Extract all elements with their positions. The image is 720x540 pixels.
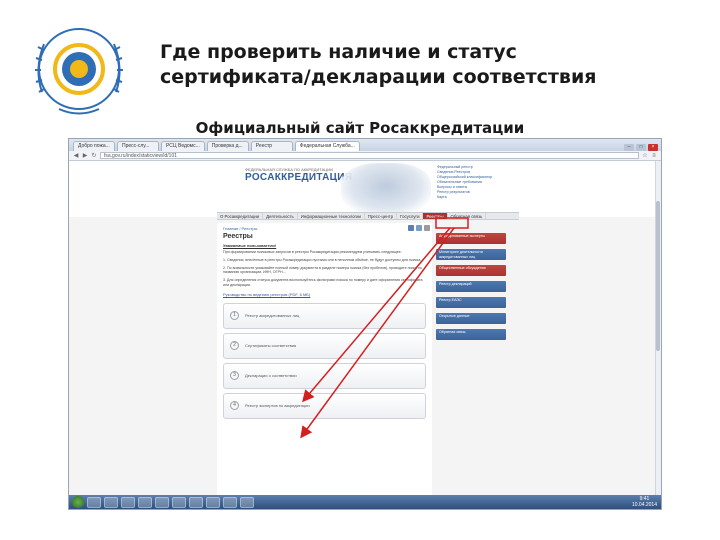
print-icon[interactable] (424, 225, 430, 231)
browser-tab-bar: Добро пожа... Пресс-слу... РСЦ Ведомс...… (69, 139, 661, 151)
register-number: 4 (230, 401, 239, 411)
nav-item[interactable]: Госуслуги (397, 213, 424, 219)
slide-title-line2: сертификата/декларации соответствия (160, 66, 597, 88)
register-label: Реестр экспертов по аккредитации (245, 403, 310, 409)
forward-icon[interactable]: ▶ (82, 153, 88, 159)
browser-tab[interactable]: Проверка д... (206, 141, 249, 151)
nav-item[interactable]: О Росаккредитации (217, 213, 264, 219)
share-vk-icon[interactable] (408, 225, 414, 231)
site-header: ФЕДЕРАЛЬНАЯ СЛУЖБА ПО АККРЕДИТАЦИИ РОСАК… (69, 161, 661, 217)
header-links: Федеральный реестр Сведения Реестров Общ… (437, 165, 517, 200)
header-link[interactable]: Карта (437, 195, 517, 200)
intro-paragraph: При формировании поисковых запросов в ре… (223, 250, 402, 254)
browser-tab[interactable]: Пресс-слу... (117, 141, 159, 151)
window-controls: – □ × (624, 144, 661, 151)
register-item-declarations[interactable]: 3 Декларации о соответствии (223, 362, 426, 389)
address-bar: ◀ ▶ ↻ fsa.gov.ru/index/staticview/id/101… (69, 151, 661, 161)
register-label: Сертификаты соответствия (245, 343, 297, 349)
url-input[interactable]: fsa.gov.ru/index/staticview/id/101 (100, 152, 639, 159)
register-item-certificates[interactable]: 2 Сертификаты соответствия (223, 332, 426, 359)
slide-title: Где проверить наличие и статус сертифика… (160, 40, 680, 90)
sidebar-item[interactable]: Реестр ЕАЭС (436, 297, 506, 308)
manual-pdf-link[interactable]: Руководство по ведению реестров (PDF, 6 … (217, 290, 432, 299)
register-label: Декларации о соответствии (245, 373, 297, 379)
right-sidebar: Аккредитованные эксперты Мониторинг деят… (436, 233, 506, 345)
minimize-icon[interactable]: – (624, 144, 634, 151)
menu-icon[interactable]: ≡ (651, 153, 657, 159)
intro-paragraph: 3. Для определения статуса документа вос… (223, 278, 423, 287)
register-number: 1 (230, 311, 239, 321)
close-icon[interactable]: × (648, 144, 658, 151)
nav-item[interactable]: Пресс-центр (365, 213, 398, 219)
rosaccreditation-logo[interactable]: ФЕДЕРАЛЬНАЯ СЛУЖБА ПО АККРЕДИТАЦИИ РОСАК… (245, 167, 353, 189)
start-button[interactable] (72, 496, 84, 508)
taskbar-app-icon[interactable] (121, 496, 135, 508)
nav-item[interactable]: Деятельность (263, 213, 298, 219)
share-fb-icon[interactable] (416, 225, 422, 231)
clock-date: 10.04.2014 (631, 502, 657, 508)
nav-item[interactable]: Информационные технологии (298, 213, 365, 219)
taskbar-app-icon[interactable] (223, 496, 237, 508)
browser-tab-active[interactable]: Федеральная Служба... (294, 141, 360, 151)
slide-title-line1: Где проверить наличие и статус (160, 41, 517, 63)
sidebar-item[interactable]: Общественные обсуждения (436, 265, 506, 276)
main-content: Главная / Реестры Реестры Уважаемые поль… (217, 223, 432, 509)
nav-item-registers[interactable]: Реестры (423, 213, 448, 219)
intro-paragraph: 1. Сведения, внесённые в реестры Росаккр… (223, 257, 424, 262)
register-item[interactable]: 1 Реестр аккредитованных лиц (223, 302, 426, 329)
taskbar-app-icon[interactable] (172, 496, 186, 508)
sidebar-item[interactable]: Реестр деклараций (436, 281, 506, 292)
taskbar-app-icon[interactable] (189, 496, 203, 508)
back-icon[interactable]: ◀ (73, 153, 79, 159)
main-navigation: О Росаккредитации Деятельность Информаци… (217, 212, 519, 220)
russia-map-graphic (341, 163, 431, 215)
page-scrollbar[interactable] (655, 161, 661, 497)
fss-emblem-logo (35, 28, 123, 115)
taskbar-app-icon[interactable] (155, 496, 169, 508)
windows-taskbar: 9:41 10.04.2014 (69, 495, 661, 509)
intro-label: Уважаемые пользователи! (223, 243, 277, 248)
browser-tab[interactable]: Реестр (250, 141, 293, 151)
sidebar-item[interactable]: Обратная связь (436, 329, 506, 340)
page-title: Реестры (223, 233, 253, 240)
logo-name: РОСАККРЕДИТАЦИЯ (245, 172, 353, 183)
nav-item[interactable]: Обратная связь (448, 213, 487, 219)
taskbar-app-icon[interactable] (240, 496, 254, 508)
reload-icon[interactable]: ↻ (91, 153, 97, 159)
sidebar-item[interactable]: Мониторинг деятельности аккредитованных … (436, 249, 506, 260)
slide-subtitle: Официальный сайт Росаккредитации (195, 119, 525, 137)
register-number: 2 (230, 341, 239, 351)
browser-tab[interactable]: Добро пожа... (73, 141, 115, 151)
taskbar-app-icon[interactable] (104, 496, 118, 508)
maximize-icon[interactable]: □ (636, 144, 646, 151)
intro-paragraph: 2. По возможности указывайте полный номе… (223, 265, 422, 275)
star-icon[interactable]: ☆ (642, 153, 648, 159)
scrollbar-thumb[interactable] (656, 201, 660, 351)
taskbar-clock[interactable]: 9:41 10.04.2014 (632, 496, 661, 508)
register-item[interactable]: 4 Реестр экспертов по аккредитации (223, 392, 426, 419)
taskbar-app-icon[interactable] (206, 496, 220, 508)
browser-screenshot: Добро пожа... Пресс-слу... РСЦ Ведомс...… (68, 138, 662, 510)
browser-tab[interactable]: РСЦ Ведомс... (161, 141, 205, 151)
breadcrumb[interactable]: Главная / Реестры (217, 223, 432, 231)
register-number: 3 (230, 371, 239, 381)
taskbar-app-icon[interactable] (87, 496, 101, 508)
sidebar-item[interactable]: Открытые данные (436, 313, 506, 324)
sidebar-item[interactable]: Аккредитованные эксперты (436, 233, 506, 244)
share-icons (408, 225, 430, 231)
register-label: Реестр аккредитованных лиц (245, 313, 300, 319)
taskbar-app-icon[interactable] (138, 496, 152, 508)
